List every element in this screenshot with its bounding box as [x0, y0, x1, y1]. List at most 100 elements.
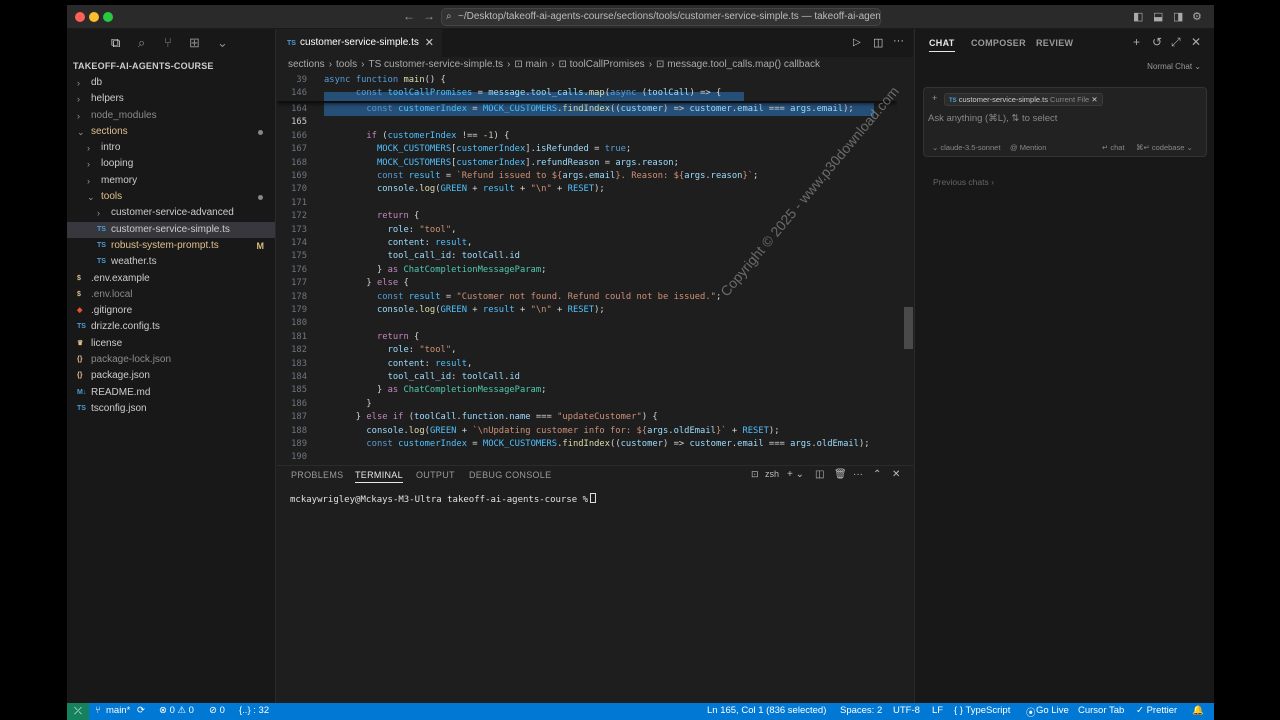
- tree-item[interactable]: ⌄ tools: [67, 189, 275, 205]
- search-icon[interactable]: ⌕: [138, 35, 145, 51]
- tree-item[interactable]: TS customer-service-simple.ts: [67, 221, 275, 238]
- previous-chats-link[interactable]: Previous chats ›: [933, 177, 994, 187]
- source-control-icon[interactable]: ⑂: [164, 35, 172, 50]
- extensions-icon[interactable]: ⊞: [189, 35, 200, 51]
- forward-arrow-icon[interactable]: →: [423, 9, 435, 23]
- new-chat-plus-icon[interactable]: +: [1133, 35, 1140, 49]
- tab-customer-service-simple[interactable]: TS customer-service-simple.ts ✕: [277, 29, 442, 57]
- chevron-down-icon[interactable]: ⌄: [87, 189, 95, 205]
- end-of-line[interactable]: LF: [932, 705, 943, 716]
- code-line[interactable]: MOCK_CUSTOMERS[customerIndex].isRefunded…: [324, 144, 631, 154]
- code-line[interactable]: const result = "Customer not found. Refu…: [324, 292, 721, 302]
- status-extra[interactable]: {..} : 32: [239, 705, 269, 716]
- tree-item[interactable]: TS robust-system-prompt.ts M: [67, 238, 275, 254]
- code-line[interactable]: return {: [324, 211, 419, 221]
- close-tab-icon[interactable]: ✕: [425, 29, 434, 57]
- minimize-window-button[interactable]: [89, 12, 99, 22]
- encoding[interactable]: UTF-8: [893, 705, 920, 716]
- chevron-right-icon[interactable]: ›: [77, 75, 80, 91]
- tree-item[interactable]: $ .env.example: [67, 271, 275, 287]
- maximize-window-button[interactable]: [103, 12, 113, 22]
- breadcrumb-item[interactable]: ⊡ main: [514, 59, 547, 70]
- chevron-right-icon[interactable]: ›: [87, 140, 90, 156]
- codebase-submit-button[interactable]: ⌘↵ codebase ⌄: [1136, 143, 1193, 152]
- tab-chat[interactable]: CHAT: [929, 38, 955, 52]
- code-line[interactable]: if (customerIndex !== -1) {: [324, 131, 509, 141]
- language-mode[interactable]: { } TypeScript: [954, 705, 1010, 716]
- chevron-right-icon[interactable]: ›: [87, 173, 90, 189]
- toggle-sidebar-icon[interactable]: ◧: [1133, 10, 1143, 23]
- split-terminal-icon[interactable]: ◫: [815, 469, 824, 480]
- close-chat-icon[interactable]: ✕: [1191, 35, 1201, 49]
- new-terminal-icon[interactable]: + ⌄: [787, 469, 804, 480]
- back-arrow-icon[interactable]: ←: [403, 9, 415, 23]
- chevron-right-icon[interactable]: ›: [77, 108, 80, 124]
- problems-count[interactable]: ⊗ 0 ⚠ 0: [159, 705, 194, 716]
- breadcrumb-item[interactable]: ⊡ message.tool_calls.map() callback: [656, 59, 820, 70]
- more-actions-icon[interactable]: ···: [893, 35, 904, 47]
- tree-item[interactable]: › looping: [67, 156, 275, 172]
- settings-gear-icon[interactable]: ⚙: [1192, 10, 1202, 23]
- sync-icon[interactable]: ⟳: [137, 705, 145, 716]
- code-line[interactable]: console.log(GREEN + result + "\n" + RESE…: [324, 184, 605, 194]
- remove-chip-icon[interactable]: ✕: [1091, 95, 1097, 104]
- tab-debug-console[interactable]: DEBUG CONSOLE: [469, 470, 551, 480]
- tree-item[interactable]: › node_modules: [67, 108, 275, 124]
- more-icon[interactable]: ···: [853, 469, 863, 480]
- code-line[interactable]: role: "tool",: [324, 345, 457, 355]
- editor-scrollbar[interactable]: [904, 307, 913, 349]
- expand-icon[interactable]: ⤢: [1171, 35, 1181, 50]
- git-branch[interactable]: main*: [106, 705, 130, 716]
- code-line[interactable]: } as ChatCompletionMessageParam;: [324, 265, 547, 275]
- notifications-bell-icon[interactable]: 🔔: [1192, 705, 1204, 716]
- command-center[interactable]: ⌕ ~/Desktop/takeoff-ai-agents-course/sec…: [441, 8, 881, 26]
- code-line[interactable]: tool_call_id: toolCall.id: [324, 251, 520, 261]
- toggle-panel-icon[interactable]: ⬓: [1153, 10, 1163, 23]
- context-file-chip[interactable]: TS customer-service-simple.ts Current Fi…: [944, 93, 1103, 106]
- chevron-right-icon[interactable]: ›: [87, 156, 90, 172]
- mention-button[interactable]: @ Mention: [1010, 143, 1046, 152]
- add-context-plus-icon[interactable]: +: [932, 93, 937, 103]
- go-live[interactable]: Go Live: [1036, 705, 1069, 716]
- ports-count[interactable]: ⊘ 0: [209, 705, 225, 716]
- model-select[interactable]: ⌄ claude-3.5-sonnet: [932, 143, 1000, 152]
- split-editor-icon[interactable]: ◫: [873, 36, 883, 49]
- code-line[interactable]: const result = `Refund issued to ${args.…: [324, 171, 758, 181]
- tab-composer[interactable]: COMPOSER: [971, 38, 1026, 48]
- tree-item[interactable]: › db: [67, 75, 275, 91]
- tree-item[interactable]: › memory: [67, 173, 275, 189]
- tree-item[interactable]: TS drizzle.config.ts: [67, 319, 275, 335]
- code-line[interactable]: const customerIndex = MOCK_CUSTOMERS.fin…: [324, 104, 853, 114]
- code-line[interactable]: } as ChatCompletionMessageParam;: [324, 385, 547, 395]
- tree-item[interactable]: ⌄ sections: [67, 124, 275, 140]
- trash-icon[interactable]: 🗑: [834, 469, 847, 480]
- breadcrumb-item[interactable]: tools: [336, 59, 357, 70]
- tree-item[interactable]: {} package.json: [67, 368, 275, 384]
- code-line[interactable]: content: result,: [324, 238, 473, 248]
- tab-problems[interactable]: PROBLEMS: [291, 470, 343, 480]
- run-play-icon[interactable]: ▷: [853, 37, 861, 48]
- chevron-down-icon[interactable]: ⌄: [77, 124, 85, 140]
- code-line[interactable]: tool_call_id: toolCall.id: [324, 372, 520, 382]
- tree-item[interactable]: TS tsconfig.json: [67, 401, 275, 417]
- indentation[interactable]: Spaces: 2: [840, 705, 882, 716]
- code-line[interactable]: } else if (toolCall.function.name === "u…: [324, 412, 658, 422]
- code-line[interactable]: MOCK_CUSTOMERS[customerIndex].refundReas…: [324, 158, 679, 168]
- tree-item[interactable]: TS weather.ts: [67, 254, 275, 270]
- tree-item[interactable]: › helpers: [67, 91, 275, 107]
- close-panel-icon[interactable]: ✕: [892, 469, 900, 480]
- code-line[interactable]: console.log(GREEN + `\nUpdating customer…: [324, 426, 779, 436]
- breadcrumb-item[interactable]: ⊡ toolCallPromises: [559, 59, 645, 70]
- chat-mode-select[interactable]: Normal Chat ⌄: [1147, 62, 1201, 71]
- code-line[interactable]: }: [324, 399, 371, 409]
- close-window-button[interactable]: [75, 12, 85, 22]
- chevron-down-icon[interactable]: ⌄: [217, 35, 228, 51]
- tab-output[interactable]: OUTPUT: [416, 470, 455, 480]
- chat-input-placeholder[interactable]: Ask anything (⌘L), ⇅ to select: [928, 113, 1057, 124]
- history-icon[interactable]: ↺: [1152, 35, 1162, 49]
- code-line[interactable]: content: result,: [324, 359, 473, 369]
- breadcrumb-item[interactable]: sections: [288, 59, 325, 70]
- code-editor[interactable]: 39 async function main() {146 const toolC…: [277, 75, 897, 471]
- terminal-prompt[interactable]: mckaywrigley@Mckays-M3-Ultra takeoff-ai-…: [290, 493, 597, 505]
- toggle-secondary-sidebar-icon[interactable]: ◨: [1173, 10, 1183, 23]
